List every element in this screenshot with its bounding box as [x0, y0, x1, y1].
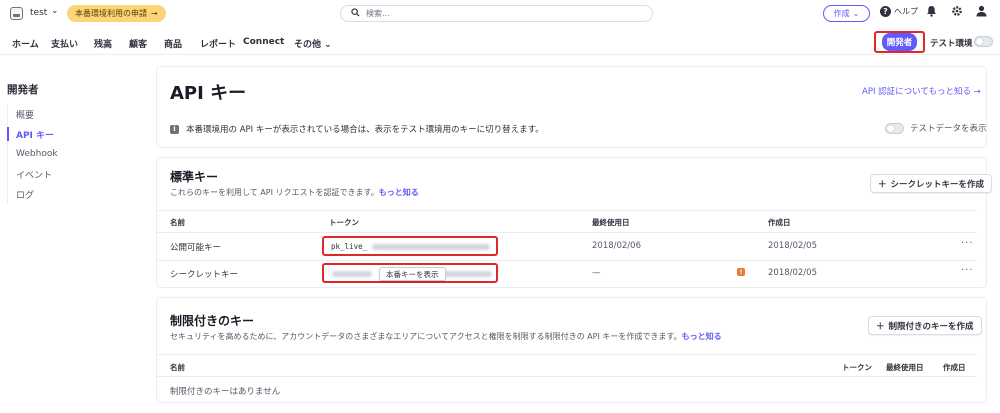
- test-mode-toggle[interactable]: [974, 36, 993, 47]
- key-name: シークレットキー: [170, 270, 239, 280]
- sidebar-item-webhooks[interactable]: Webhook: [8, 144, 58, 164]
- gear-icon[interactable]: [951, 5, 963, 20]
- bell-icon[interactable]: [926, 5, 937, 20]
- empty-state: 制限付きのキーはありません: [170, 387, 281, 397]
- standard-keys-title: 標準キー: [170, 170, 219, 184]
- col-created: 作成日: [768, 218, 791, 227]
- last-used: 2018/02/06: [592, 241, 641, 251]
- col-token: トークン: [329, 218, 359, 227]
- test-data-toggle[interactable]: テストデータを表示: [885, 122, 987, 134]
- restricted-keys-desc: セキュリティを高めるために、アカウントデータのさまざまなエリアについてアクセスと…: [170, 331, 722, 342]
- info-icon: i: [170, 124, 179, 134]
- restricted-keys-card: [156, 297, 987, 403]
- key-name: 公開可能キー: [170, 243, 222, 253]
- top-bar: test ⌄ 本番環境利用の申請 → 検索... 作成 ⌄ ? ヘルプ: [0, 0, 1000, 27]
- create-secret-key-label: シークレットキーを作成: [890, 179, 985, 190]
- more-icon[interactable]: ···: [961, 238, 974, 249]
- learn-more-link[interactable]: API 認証についてもっと知る →: [862, 85, 981, 97]
- header-card: [156, 66, 987, 148]
- search-icon: [351, 8, 360, 19]
- publishable-key-token[interactable]: pk_live_: [322, 236, 498, 256]
- col-name: 名前: [170, 363, 185, 372]
- divider: [156, 210, 977, 211]
- redacted-token: [332, 271, 372, 277]
- page-title: API キー: [170, 83, 247, 104]
- plus-icon: ＋: [878, 179, 887, 190]
- sidebar-item-overview[interactable]: 概要: [8, 104, 58, 124]
- help-label: ヘルプ: [894, 7, 918, 16]
- sidebar-item-api-keys[interactable]: API キー: [7, 124, 58, 144]
- col-last-used: 最終使用日: [592, 218, 630, 227]
- secret-key-token[interactable]: 本番キーを表示: [322, 263, 498, 283]
- standard-keys-card: [156, 157, 987, 288]
- create-button[interactable]: 作成 ⌄: [823, 5, 870, 22]
- created-date: 2018/02/05: [768, 268, 817, 278]
- chevron-down-icon: ⌄: [324, 40, 332, 50]
- standard-keys-learn-more[interactable]: もっと知る: [379, 188, 419, 197]
- nav-products[interactable]: 商品: [164, 37, 182, 50]
- nav-reports[interactable]: レポート: [200, 37, 236, 50]
- create-secret-key-button[interactable]: ＋ シークレットキーを作成: [870, 174, 993, 193]
- restricted-keys-title: 制限付きのキー: [170, 314, 255, 328]
- nav-more[interactable]: その他 ⌄: [294, 37, 332, 50]
- warning-icon[interactable]: !: [737, 268, 745, 276]
- standard-keys-desc: これらのキーを利用して API リクエストを認証できます。もっと知る: [170, 187, 419, 198]
- col-token: トークン: [842, 363, 872, 372]
- redacted-token: [372, 244, 490, 250]
- help-button[interactable]: ? ヘルプ: [880, 6, 918, 17]
- search-input[interactable]: 検索...: [340, 5, 653, 22]
- test-data-label: テストデータを表示: [910, 124, 987, 134]
- divider: [156, 232, 977, 233]
- account-icon[interactable]: [10, 7, 23, 20]
- standard-keys-desc-text: これらのキーを利用して API リクエストを認証できます。: [170, 188, 379, 197]
- plus-icon: ＋: [876, 321, 885, 332]
- nav-home[interactable]: ホーム: [12, 37, 39, 50]
- nav-more-label: その他: [294, 40, 322, 50]
- sidebar-title: 開発者: [7, 84, 39, 96]
- sidebar: 概要 API キー Webhook イベント ログ: [7, 104, 58, 204]
- nav-payments[interactable]: 支払い: [51, 37, 78, 50]
- account-name[interactable]: test: [30, 8, 47, 18]
- activate-label: 本番環境利用の申請: [75, 9, 147, 18]
- developers-button[interactable]: 開発者: [874, 31, 925, 53]
- restricted-keys-desc-text: セキュリティを高めるために、アカウントデータのさまざまなエリアについてアクセスと…: [170, 332, 682, 341]
- created-date: 2018/02/05: [768, 241, 817, 251]
- redacted-token: [444, 271, 492, 277]
- divider: [156, 354, 977, 355]
- create-label: 作成: [833, 9, 850, 18]
- main-nav: ホーム 支払い 残高 顧客 商品 レポート Connect その他 ⌄: [0, 28, 1000, 55]
- help-icon: ?: [880, 6, 891, 17]
- more-icon[interactable]: ···: [961, 265, 974, 276]
- nav-connect[interactable]: Connect: [243, 37, 284, 47]
- notice-text: 本番環境用の API キーが表示されている場合は、表示をテスト環境用のキーに切り…: [186, 125, 544, 135]
- arrow-right-icon: →: [151, 9, 158, 18]
- token-prefix: pk_live_: [331, 242, 368, 251]
- activate-account-button[interactable]: 本番環境利用の申請 →: [67, 5, 166, 22]
- divider: [156, 260, 977, 261]
- nav-balances[interactable]: 残高: [94, 37, 112, 50]
- sidebar-item-events[interactable]: イベント: [8, 164, 58, 184]
- divider: [156, 376, 977, 377]
- notice: i 本番環境用の API キーが表示されている場合は、表示をテスト環境用のキーに…: [170, 123, 544, 135]
- restricted-keys-learn-more[interactable]: もっと知る: [682, 332, 722, 341]
- toggle-icon: [885, 122, 904, 134]
- col-created: 作成日: [943, 363, 966, 372]
- developers-label: 開発者: [881, 33, 918, 51]
- chevron-down-icon: ⌄: [852, 9, 860, 18]
- chevron-down-icon[interactable]: ⌄: [51, 6, 59, 16]
- search-placeholder: 検索...: [366, 9, 390, 18]
- create-restricted-key-label: 制限付きのキーを作成: [888, 321, 974, 332]
- last-used: —: [592, 268, 601, 278]
- col-name: 名前: [170, 218, 185, 227]
- test-mode-label: テスト環境: [930, 39, 973, 49]
- sidebar-item-logs[interactable]: ログ: [8, 184, 58, 204]
- reveal-live-key-button[interactable]: 本番キーを表示: [379, 267, 446, 281]
- nav-customers[interactable]: 顧客: [129, 37, 147, 50]
- col-last-used: 最終使用日: [886, 363, 924, 372]
- user-icon[interactable]: [976, 5, 987, 20]
- create-restricted-key-button[interactable]: ＋ 制限付きのキーを作成: [868, 316, 982, 335]
